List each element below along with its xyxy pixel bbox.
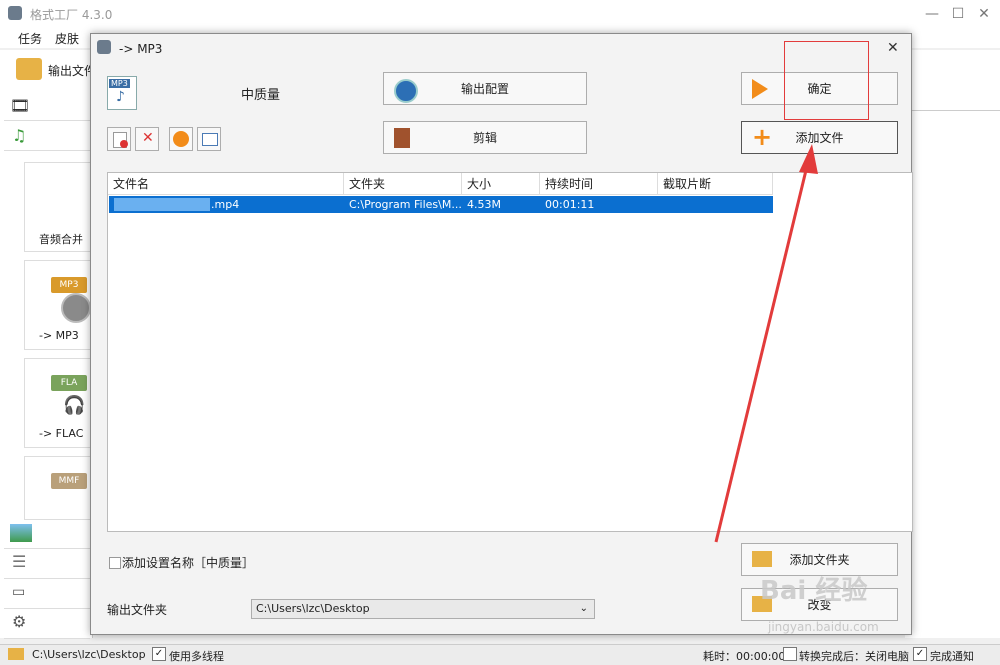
dialog-logo-icon (97, 40, 111, 54)
mp3-file-badge: MP3 (109, 79, 130, 88)
mp3-badge-icon: MP3 (51, 277, 87, 293)
clip-label: 剪辑 (472, 131, 497, 145)
statusbar: C:\Users\lzc\Desktop ✓ 使用多线程 耗时：00:00:00… (0, 644, 1000, 665)
add-folder-label: 添加文件夹 (789, 553, 850, 567)
after-convert-label: 转换完成后：关闭电脑 (799, 650, 909, 663)
arrow-right-icon (752, 79, 768, 99)
left-pane: 🎞 ♫ 音频合并 MP3 -> MP3 FLA 🎧 -> FLAC MMF ☰ … (0, 90, 94, 639)
cell-duration: 00:01:11 (545, 198, 595, 211)
tile-label: -> MP3 (39, 329, 79, 342)
play-icon (173, 131, 189, 147)
output-folder-value: C:\Users\lzc\Desktop (256, 602, 370, 615)
cell-size: 4.53M (467, 198, 501, 211)
col-filename[interactable]: 文件名 (108, 173, 344, 195)
highlight-box (784, 41, 869, 120)
col-folder[interactable]: 文件夹 (344, 173, 462, 195)
reel-icon: ⚙ (12, 612, 27, 631)
mmf-badge-icon: MMF (51, 473, 87, 489)
document-icon: ☰ (12, 552, 27, 571)
arrow-shaft (714, 161, 810, 543)
config-gear-icon (394, 79, 418, 103)
arrow-head (799, 144, 818, 174)
headphones-icon: 🎧 (63, 395, 86, 416)
notify-label: 完成通知 (930, 650, 974, 663)
category-video[interactable]: 🎞 (4, 92, 90, 121)
output-folder-select[interactable]: C:\Users\lzc\Desktop ⌄ (251, 599, 595, 619)
task-list-header (905, 90, 1000, 111)
mp3-file-icon: MP3 ♪ (107, 76, 137, 110)
toolbar-output-label[interactable]: 输出文件 (48, 62, 96, 79)
maximize-button[interactable]: ☐ (946, 4, 970, 24)
cell-folder: C:\Program Files\M... (349, 198, 462, 211)
tile-to-mp3[interactable]: MP3 -> MP3 (24, 260, 94, 350)
tile-label: -> FLAC (39, 427, 84, 440)
drive-icon: ▭ (12, 584, 26, 600)
multithread-label: 使用多线程 (169, 650, 224, 663)
multithread-checkbox[interactable]: ✓ (152, 647, 166, 661)
category-document[interactable]: ☰ (4, 550, 90, 579)
film-scissors-icon (394, 128, 410, 148)
cell-filename: .mp4 (211, 198, 240, 211)
info-card-icon (202, 133, 218, 146)
clear-x-icon: ✕ (142, 130, 154, 146)
red-dot-icon (120, 140, 128, 148)
tile-to-flac[interactable]: FLA 🎧 -> FLAC (24, 358, 94, 448)
music-note-icon: ♪ (116, 89, 125, 105)
category-image[interactable] (4, 520, 90, 549)
menu-skin[interactable]: 皮肤 (55, 30, 79, 47)
red-arrow (714, 144, 818, 543)
info-button[interactable] (197, 127, 221, 151)
folder-plus-icon (752, 551, 772, 567)
tile-label: 音频合并 (39, 233, 83, 246)
task-list-area (905, 90, 1000, 638)
tile-audio-merge[interactable]: 音频合并 (24, 162, 94, 252)
add-settings-label: 添加设置名称［中质量］ (122, 556, 255, 570)
output-config-label: 输出配置 (460, 82, 509, 96)
quality-label: 中质量 (241, 88, 281, 103)
shutdown-checkbox[interactable] (783, 647, 797, 661)
output-config-button[interactable]: 输出配置 (383, 72, 587, 105)
dialog-close-button[interactable]: ✕ (887, 40, 899, 56)
main-titlebar: 格式工厂 4.3.0 — ☐ ✕ (0, 0, 1000, 28)
chevron-down-icon: ⌄ (579, 603, 588, 614)
flac-badge-icon: FLA (51, 375, 87, 391)
output-folder-icon (16, 58, 42, 80)
tile-to-mmf[interactable]: MMF (24, 456, 94, 520)
add-settings-checkbox[interactable] (109, 557, 121, 569)
minimize-button[interactable]: — (920, 4, 944, 24)
remove-button[interactable] (107, 127, 131, 151)
close-main-button[interactable]: ✕ (972, 4, 996, 24)
menu-task[interactable]: 任务 (18, 30, 42, 47)
category-tools[interactable]: ⚙ (4, 610, 90, 639)
elapsed-time: 耗时：00:00:00 (703, 650, 786, 663)
watermark: Bai 经验 (760, 576, 868, 606)
col-size[interactable]: 大小 (462, 173, 540, 195)
notify-checkbox[interactable]: ✓ (913, 647, 927, 661)
watermark-url: jingyan.baidu.com (768, 620, 879, 634)
output-folder-label: 输出文件夹 (107, 603, 168, 617)
category-audio[interactable]: ♫ (4, 122, 90, 151)
picture-icon (10, 524, 32, 542)
folder-icon[interactable] (8, 648, 24, 660)
col-duration[interactable]: 持续时间 (540, 173, 658, 195)
clip-button[interactable]: 剪辑 (383, 121, 587, 154)
film-icon: 🎞 (10, 96, 31, 115)
category-disc[interactable]: ▭ (4, 580, 90, 609)
status-path: C:\Users\lzc\Desktop (32, 648, 146, 661)
app-logo-icon (8, 6, 22, 20)
dialog-title: -> MP3 (119, 42, 163, 56)
play-button[interactable] (169, 127, 193, 151)
blurred-filename (114, 198, 210, 211)
music-note-icon: ♫ (12, 126, 27, 145)
clear-button[interactable]: ✕ (135, 127, 159, 151)
app-title: 格式工厂 4.3.0 (30, 8, 113, 22)
speaker-icon (61, 293, 91, 323)
